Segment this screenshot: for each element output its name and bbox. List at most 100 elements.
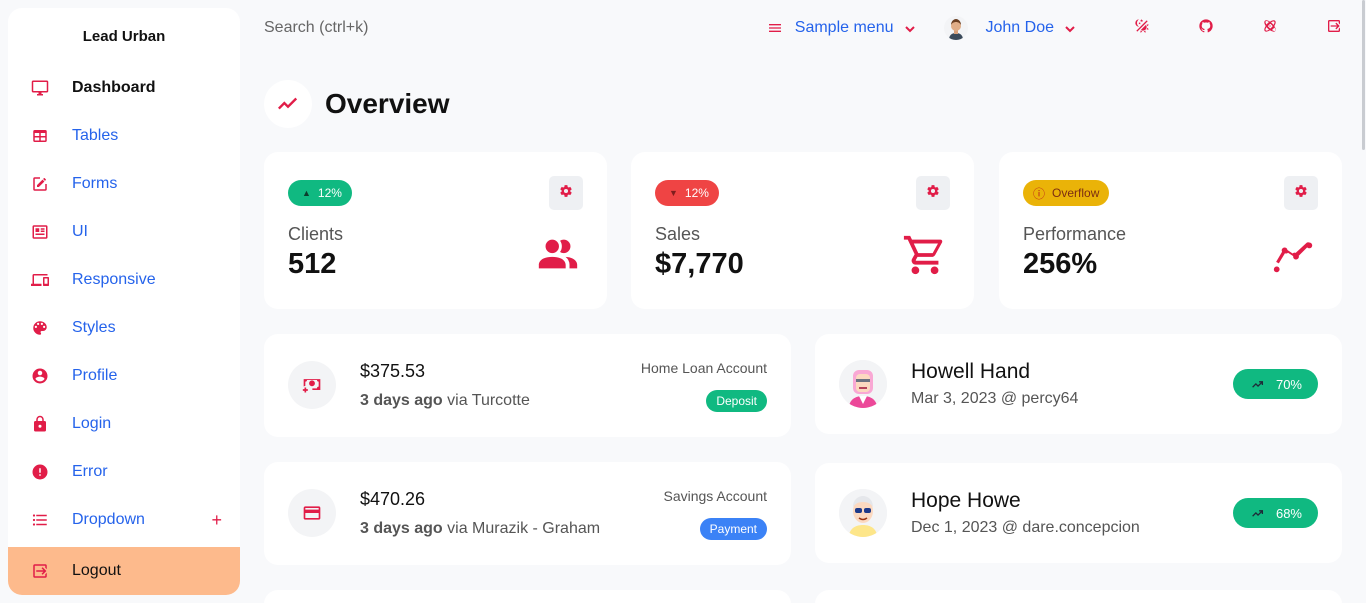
logout-icon <box>30 561 50 581</box>
trending-up-icon <box>1252 380 1263 388</box>
sample-menu-dropdown[interactable]: Sample menu <box>767 19 916 37</box>
github-button[interactable] <box>1174 0 1238 56</box>
stat-card-clients: ▲ 12% Clients 512 <box>264 152 607 309</box>
progress-badge: 70% <box>1232 369 1318 399</box>
sidebar-item-forms[interactable]: Forms <box>8 160 240 208</box>
palette-icon <box>30 318 50 338</box>
alert-circle-icon: ⓘ <box>1033 186 1046 201</box>
transaction-type-badge: Deposit <box>706 390 767 412</box>
account-name: Home Loan Account <box>640 360 767 376</box>
search-input[interactable] <box>264 19 564 37</box>
transaction-via: via Turcotte <box>447 392 530 409</box>
atom-icon <box>1262 18 1278 39</box>
sample-menu-label: Sample menu <box>794 19 894 36</box>
sidebar-item-logout[interactable]: Logout <box>8 547 240 595</box>
section-header: Overview <box>264 80 450 128</box>
transaction-type-badge: Payment <box>699 518 767 540</box>
user-name: John Doe <box>985 19 1055 36</box>
alert-circle-icon <box>30 462 50 482</box>
expand-plus-icon[interactable]: + <box>211 510 222 531</box>
transaction-when: 3 days ago <box>360 392 443 409</box>
sidebar-item-styles[interactable]: Styles <box>8 304 240 352</box>
stat-card-performance: ⓘ Overflow Performance 256% <box>999 152 1342 309</box>
sidebar-item-label: Dropdown <box>72 511 145 528</box>
client-name: Howell Hand <box>911 360 1031 383</box>
settings-button[interactable] <box>549 176 583 210</box>
sidebar-item-dropdown[interactable]: Dropdown + <box>8 496 240 544</box>
sidebar-item-label: Login <box>72 415 112 432</box>
progress-value: 70% <box>1275 376 1302 392</box>
brand-title: Lead Urban <box>82 27 166 45</box>
client-meta: Mar 3, 2023 @ percy64 <box>911 390 1079 407</box>
sidebar-item-login[interactable]: Login <box>8 400 240 448</box>
gear-icon <box>1294 184 1308 203</box>
sidebar-item-dashboard[interactable]: Dashboard <box>8 64 240 112</box>
sidebar-item-label: Profile <box>72 367 118 384</box>
gear-icon <box>559 184 573 203</box>
account-name: Savings Account <box>663 488 767 504</box>
chart-trending-icon <box>264 80 312 128</box>
users-icon <box>535 232 581 278</box>
top-navbar: Sample menu John Doe <box>240 0 1366 56</box>
github-icon <box>1198 18 1214 39</box>
monitor-icon <box>30 78 50 98</box>
logout-label: Logout <box>72 562 121 579</box>
list-icon <box>30 510 50 530</box>
scrollbar-thumb[interactable] <box>1362 0 1365 150</box>
gear-icon <box>926 184 940 203</box>
user-avatar[interactable] <box>943 16 968 40</box>
trend-value: 12% <box>684 186 709 200</box>
stat-label: Performance <box>1023 224 1127 244</box>
stat-value: 256% <box>1023 248 1098 280</box>
stat-label: Sales <box>655 224 701 244</box>
user-menu-dropdown[interactable]: John Doe <box>986 19 1077 37</box>
client-card[interactable]: Howell Hand Mar 3, 2023 @ percy64 70% <box>815 334 1342 434</box>
sidebar-item-responsive[interactable]: Responsive <box>8 256 240 304</box>
transaction-card-partial <box>264 590 791 603</box>
sidebar-item-profile[interactable]: Profile <box>8 352 240 400</box>
transaction-detail: 3 days ago via Turcotte <box>360 392 530 410</box>
arrow-up-icon: ▲ <box>302 188 311 198</box>
sidebar-nav: Dashboard Tables Forms UI Responsive Sty… <box>8 64 240 544</box>
cart-icon <box>902 232 948 278</box>
transaction-card[interactable]: $470.26 3 days ago via Murazik - Graham … <box>264 462 791 565</box>
settings-button[interactable] <box>1284 176 1318 210</box>
transaction-card[interactable]: $375.53 3 days ago via Turcotte Home Loa… <box>264 334 791 437</box>
page-title: Overview <box>325 88 450 119</box>
trend-value: Overflow <box>1052 186 1100 200</box>
arrow-down-icon: ▼ <box>669 188 678 198</box>
trend-badge: ⓘ Overflow <box>1023 180 1110 206</box>
sidebar: Lead Urban Dashboard Tables Forms UI Res… <box>8 8 240 595</box>
sidebar-item-error[interactable]: Error <box>8 448 240 496</box>
trending-up-icon <box>1252 509 1263 517</box>
trend-badge: ▼ 12% <box>655 180 719 206</box>
logout-button[interactable] <box>1302 0 1366 56</box>
chevron-down-icon <box>904 22 916 34</box>
stat-value: $7,770 <box>655 248 744 280</box>
progress-badge: 68% <box>1232 498 1318 528</box>
table-icon <box>30 126 50 146</box>
trend-badge: ▲ 12% <box>288 180 352 206</box>
sidebar-item-label: Forms <box>72 175 118 192</box>
stat-value: 512 <box>288 248 337 280</box>
page-scrollbar[interactable] <box>1360 0 1366 603</box>
progress-value: 68% <box>1275 505 1302 521</box>
settings-button[interactable] <box>916 176 950 210</box>
transaction-detail: 3 days ago via Murazik - Graham <box>360 520 600 538</box>
trend-value: 12% <box>317 186 342 200</box>
vue-atom-button[interactable] <box>1238 0 1302 56</box>
stat-card-sales: ▼ 12% Sales $7,770 <box>631 152 974 309</box>
theme-toggle-button[interactable] <box>1110 0 1174 56</box>
sidebar-item-label: Responsive <box>72 271 156 288</box>
client-meta: Dec 1, 2023 @ dare.concepcion <box>911 519 1140 536</box>
sidebar-item-label: Error <box>72 463 108 480</box>
client-card-partial <box>815 590 1342 603</box>
client-card[interactable]: Hope Howe Dec 1, 2023 @ dare.concepcion … <box>815 463 1342 563</box>
account-circle-icon <box>30 366 50 386</box>
sidebar-item-ui[interactable]: UI <box>8 208 240 256</box>
transaction-via: via Murazik - Graham <box>447 520 601 537</box>
sidebar-item-tables[interactable]: Tables <box>8 112 240 160</box>
responsive-icon <box>30 270 50 290</box>
chevron-down-icon <box>1064 22 1076 34</box>
cash-plus-icon <box>288 361 336 409</box>
